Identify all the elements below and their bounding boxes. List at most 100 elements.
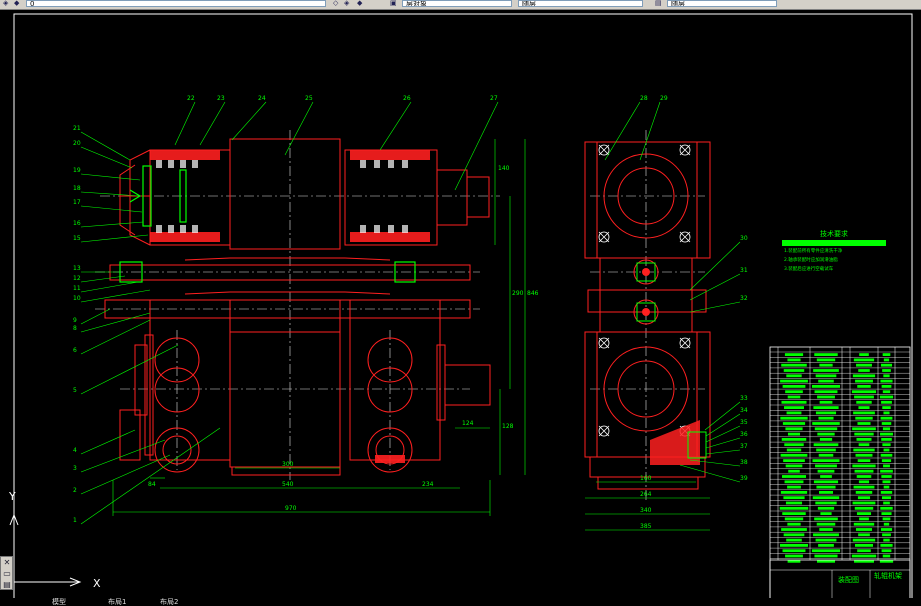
parts-cell-text <box>882 427 891 431</box>
parts-cell-text <box>880 432 893 436</box>
lineweight-dropdown[interactable]: 随层 <box>667 0 777 7</box>
parts-cell-text <box>855 416 873 420</box>
parts-cell-text <box>883 358 890 362</box>
parts-cell-text <box>852 538 876 542</box>
parts-cell-text <box>881 549 892 553</box>
parts-cell-text <box>852 464 876 468</box>
part-balloon-18: 18 <box>73 185 81 192</box>
parts-cell-text <box>786 538 802 542</box>
tech-line-3: 3.装配后应进行空载试车 <box>784 265 834 272</box>
parts-cell-text <box>780 416 808 420</box>
dim-846: 846 <box>527 290 539 297</box>
parts-cell-text <box>812 422 840 425</box>
side-view: 160 264 340 385 28 29 30 31 32 33 34 35 36 37 38 39 <box>584 95 748 531</box>
parts-cell-text <box>851 390 877 394</box>
part-balloon-30: 30 <box>740 235 748 242</box>
snap-icon[interactable]: ▭ <box>2 569 12 578</box>
parts-cell-text <box>854 432 874 436</box>
part-balloon-27: 27 <box>490 95 498 102</box>
leader-line <box>80 319 151 355</box>
parts-cell-text <box>814 554 838 558</box>
tab-model[interactable]: 模型 <box>52 598 66 606</box>
part-balloon-21: 21 <box>73 125 81 132</box>
parts-cell-text <box>782 385 806 388</box>
leader-line <box>80 312 151 333</box>
match-icon[interactable]: ◇ <box>333 0 341 7</box>
leader-line <box>689 273 741 301</box>
tech-requirements: 技术要求 1.装配前所有零件应清洗干净 2.轴承装配时应加润滑油脂 3.装配后应… <box>782 229 886 272</box>
parts-cell-text <box>819 363 833 367</box>
parts-cell-text <box>881 438 892 441</box>
leader-line <box>80 308 111 325</box>
dim-290: 290 <box>512 290 524 297</box>
part-balloon-6: 6 <box>73 347 77 354</box>
parts-cell-text <box>780 544 808 547</box>
parts-cell-text <box>817 469 835 473</box>
parts-cell-text <box>882 406 891 409</box>
parts-cell-text <box>880 453 893 457</box>
parts-cell-text <box>781 400 807 404</box>
parts-cell-text <box>787 395 801 399</box>
part-balloon-2: 2 <box>73 487 77 494</box>
parts-cell-text <box>856 512 872 515</box>
leader-line <box>80 173 141 181</box>
linetype-dropdown[interactable]: 层对象 <box>402 0 512 7</box>
part-balloon-39: 39 <box>740 475 748 482</box>
parts-cell-text <box>780 453 808 457</box>
parts-cell-text <box>817 432 835 436</box>
layer-icon[interactable]: ◈ <box>3 0 11 7</box>
layer-dropdown[interactable]: 0 <box>26 0 326 7</box>
part-balloon-1: 1 <box>73 517 77 524</box>
layer-previous-icon[interactable]: ◆ <box>357 0 365 7</box>
dim-140: 140 <box>498 165 510 172</box>
layer-state-icon[interactable]: ◆ <box>14 0 22 7</box>
parts-cell-text <box>883 522 890 526</box>
parts-cell-text <box>882 353 891 356</box>
parts-cell-text <box>880 491 893 494</box>
tech-title: 技术要求 <box>820 229 848 238</box>
parts-cell-text <box>814 353 838 356</box>
parts-cell-text <box>816 448 836 452</box>
parts-cell-text <box>781 528 807 531</box>
parts-cell-text <box>784 517 804 521</box>
left-tool-palette: ✕ ▭ ▤ <box>0 556 13 590</box>
leader-line <box>199 101 226 146</box>
parts-cell-text <box>816 358 836 362</box>
close-icon[interactable]: ✕ <box>2 558 12 567</box>
part-balloon-25: 25 <box>305 95 313 102</box>
part-balloon-16: 16 <box>73 220 81 227</box>
tab-layout-1[interactable]: 布局1 <box>108 598 126 606</box>
parts-cell-text <box>786 411 802 415</box>
parts-cell-text <box>880 528 893 531</box>
dim-300: 300 <box>282 461 294 468</box>
tech-line-1: 1.装配前所有零件应清洗干净 <box>784 247 843 254</box>
part-balloon-5: 5 <box>73 387 77 394</box>
grid-icon[interactable]: ▤ <box>2 580 12 589</box>
parts-cell-text <box>813 406 839 409</box>
parts-cell-text <box>882 554 891 558</box>
properties-icon[interactable]: ◈ <box>344 0 352 7</box>
parts-cell-text <box>880 506 893 510</box>
parts-cell-text <box>857 422 871 425</box>
parts-cell-text <box>851 554 877 558</box>
color-dropdown[interactable]: 随层 <box>518 0 643 7</box>
parts-cell-text <box>788 469 800 473</box>
dim-84: 84 <box>148 481 156 488</box>
part-balloon-19: 19 <box>73 167 81 174</box>
drawing-canvas[interactable]: 140 290 846 128 124 300 540 84 234 970 2… <box>0 9 921 598</box>
parts-cell-text <box>859 517 869 521</box>
part-balloon-4: 4 <box>73 447 77 454</box>
part-balloon-37: 37 <box>740 443 748 450</box>
parts-cell-text <box>881 475 892 478</box>
parts-cell-text <box>811 549 841 553</box>
parts-cell-text <box>857 496 871 500</box>
print-icon[interactable]: ▣ <box>390 0 398 7</box>
parts-cell-text <box>785 390 803 394</box>
leader-line <box>80 275 126 283</box>
parts-cell-text <box>857 459 871 462</box>
parts-cell-text <box>858 533 870 537</box>
ucs-icon: Y X <box>8 490 101 590</box>
parts-cell-text <box>854 395 874 399</box>
tab-layout-2[interactable]: 布局2 <box>160 598 178 606</box>
lineweight-icon[interactable]: ▤ <box>655 0 663 7</box>
